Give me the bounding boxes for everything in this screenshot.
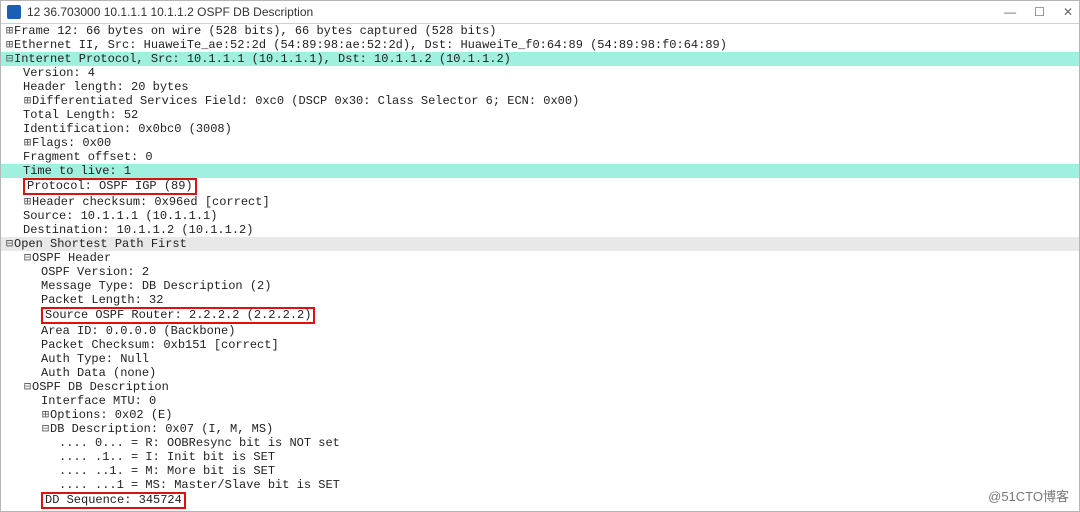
ip-text: Internet Protocol, Src: 10.1.1.1 (10.1.1… — [14, 52, 511, 66]
expand-icon[interactable]: ⊞ — [23, 195, 32, 209]
ip-row[interactable]: ⊟Internet Protocol, Src: 10.1.1.1 (10.1.… — [1, 52, 1079, 66]
frame-text: Frame 12: 66 bytes on wire (528 bits), 6… — [14, 24, 496, 38]
highlight-box: Source OSPF Router: 2.2.2.2 (2.2.2.2) — [41, 307, 315, 324]
maximize-button[interactable]: ☐ — [1034, 1, 1045, 23]
ethernet-row[interactable]: ⊞Ethernet II, Src: HuaweiTe_ae:52:2d (54… — [1, 38, 1079, 52]
expand-icon[interactable]: ⊞ — [5, 38, 14, 52]
ospf-authtype[interactable]: Auth Type: Null — [1, 352, 1079, 366]
dbdesc-options[interactable]: ⊞Options: 0x02 (E) — [1, 408, 1079, 422]
bit-m[interactable]: .... ..1. = M: More bit is SET — [1, 464, 1079, 478]
ospf-header-row[interactable]: ⊟OSPF Header — [1, 251, 1079, 265]
ospf-row[interactable]: ⊟Open Shortest Path First — [1, 237, 1079, 251]
eth-text: Ethernet II, Src: HuaweiTe_ae:52:2d (54:… — [14, 38, 727, 52]
ip-proto[interactable]: Protocol: OSPF IGP (89) — [1, 178, 1079, 195]
window-controls: — ☐ ✕ — [1004, 1, 1073, 23]
ip-version[interactable]: Version: 4 — [1, 66, 1079, 80]
dbdesc-row[interactable]: ⊟OSPF DB Description — [1, 380, 1079, 394]
collapse-icon[interactable]: ⊟ — [41, 422, 50, 436]
expand-icon[interactable]: ⊞ — [41, 408, 50, 422]
dd-sequence[interactable]: DD Sequence: 345724 — [1, 492, 1079, 509]
collapse-icon[interactable]: ⊟ — [5, 237, 14, 251]
ip-cksum[interactable]: ⊞Header checksum: 0x96ed [correct] — [1, 195, 1079, 209]
frame-row[interactable]: ⊞Frame 12: 66 bytes on wire (528 bits), … — [1, 24, 1079, 38]
ip-frag[interactable]: Fragment offset: 0 — [1, 150, 1079, 164]
bit-ms[interactable]: .... ...1 = MS: Master/Slave bit is SET — [1, 478, 1079, 492]
close-button[interactable]: ✕ — [1063, 1, 1073, 23]
ip-dscp[interactable]: ⊞Differentiated Services Field: 0xc0 (DS… — [1, 94, 1079, 108]
ospf-cksum[interactable]: Packet Checksum: 0xb151 [correct] — [1, 338, 1079, 352]
app-icon — [7, 5, 21, 19]
ip-flags[interactable]: ⊞Flags: 0x00 — [1, 136, 1079, 150]
window-title: 12 36.703000 10.1.1.1 10.1.1.2 OSPF DB D… — [27, 1, 313, 23]
ospf-ver[interactable]: OSPF Version: 2 — [1, 265, 1079, 279]
expand-icon[interactable]: ⊞ — [23, 136, 32, 150]
ip-ttl[interactable]: Time to live: 1 — [1, 164, 1079, 178]
ospf-area[interactable]: Area ID: 0.0.0.0 (Backbone) — [1, 324, 1079, 338]
ip-src[interactable]: Source: 10.1.1.1 (10.1.1.1) — [1, 209, 1079, 223]
ip-tlen[interactable]: Total Length: 52 — [1, 108, 1079, 122]
collapse-icon[interactable]: ⊟ — [5, 52, 14, 66]
collapse-icon[interactable]: ⊟ — [23, 380, 32, 394]
collapse-icon[interactable]: ⊟ — [23, 251, 32, 265]
highlight-box: DD Sequence: 345724 — [41, 492, 186, 509]
expand-icon[interactable]: ⊞ — [23, 94, 32, 108]
expand-icon[interactable]: ⊞ — [5, 24, 14, 38]
ip-id[interactable]: Identification: 0x0bc0 (3008) — [1, 122, 1079, 136]
ip-dst[interactable]: Destination: 10.1.1.2 (10.1.1.2) — [1, 223, 1079, 237]
watermark: @51CTO博客 — [988, 486, 1069, 505]
bit-i[interactable]: .... .1.. = I: Init bit is SET — [1, 450, 1079, 464]
ospf-authdata[interactable]: Auth Data (none) — [1, 366, 1079, 380]
titlebar: 12 36.703000 10.1.1.1 10.1.1.2 OSPF DB D… — [1, 1, 1079, 24]
packet-detail-pane[interactable]: ⊞Frame 12: 66 bytes on wire (528 bits), … — [1, 24, 1079, 512]
bit-r[interactable]: .... 0... = R: OOBResync bit is NOT set — [1, 436, 1079, 450]
ip-hlen[interactable]: Header length: 20 bytes — [1, 80, 1079, 94]
dbdesc-value[interactable]: ⊟DB Description: 0x07 (I, M, MS) — [1, 422, 1079, 436]
ospf-router[interactable]: Source OSPF Router: 2.2.2.2 (2.2.2.2) — [1, 307, 1079, 324]
wireshark-packet-window: 12 36.703000 10.1.1.1 10.1.1.2 OSPF DB D… — [0, 0, 1080, 512]
ospf-msgtype[interactable]: Message Type: DB Description (2) — [1, 279, 1079, 293]
dbdesc-mtu[interactable]: Interface MTU: 0 — [1, 394, 1079, 408]
ospf-pktlen[interactable]: Packet Length: 32 — [1, 293, 1079, 307]
highlight-box: Protocol: OSPF IGP (89) — [23, 178, 197, 195]
minimize-button[interactable]: — — [1004, 1, 1016, 23]
